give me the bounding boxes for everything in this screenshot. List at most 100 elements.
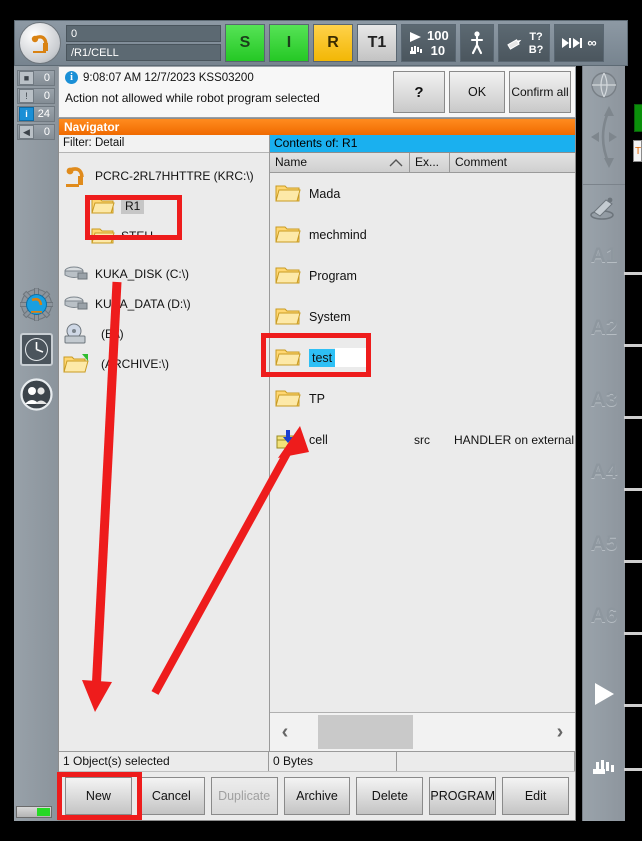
- list-item-name: System: [309, 309, 351, 324]
- info-message-count: 24: [37, 108, 50, 120]
- message-body: Action not allowed while robot program s…: [65, 91, 320, 105]
- message-ok-button[interactable]: OK: [449, 71, 505, 113]
- program-number-field[interactable]: 0: [66, 25, 221, 42]
- highlight-box-New: [57, 772, 142, 820]
- program-fields: 0 /R1/CELL: [66, 25, 221, 61]
- scroll-right-button[interactable]: ›: [545, 721, 575, 744]
- list-item-TP[interactable]: TP: [270, 378, 575, 419]
- robot-interpreter-indicator[interactable]: R: [313, 24, 353, 62]
- button-Cancel[interactable]: Cancel: [137, 777, 205, 815]
- cddrive-icon: [64, 323, 86, 344]
- highlight-box-test: [261, 333, 371, 377]
- button-Archive[interactable]: Archive: [283, 777, 351, 815]
- override-indicator[interactable]: 100 10: [401, 24, 456, 62]
- tool-jog-button[interactable]: [588, 194, 618, 222]
- message-counter-info[interactable]: i 24: [17, 106, 55, 122]
- message-counter-wait[interactable]: ◀ 0: [17, 124, 55, 140]
- info-message-icon: i: [19, 107, 34, 121]
- column-header-comment[interactable]: Comment: [450, 153, 575, 172]
- world-coordinate-button[interactable]: [590, 71, 618, 99]
- jog-direction-indicator: [587, 102, 621, 172]
- message-counter-ack[interactable]: ■ 0: [17, 70, 55, 86]
- button-Duplicate: Duplicate: [210, 777, 278, 815]
- horizontal-scrollbar[interactable]: ‹ ›: [270, 712, 575, 751]
- list-item-name: cell: [309, 432, 328, 447]
- list-item-cell[interactable]: cell src HANDLER on external .: [270, 419, 575, 460]
- kuka-logo-button[interactable]: [19, 22, 61, 64]
- button-Edit[interactable]: Edit: [502, 777, 570, 815]
- tree-item-label: KUKA_DATA (D:\): [95, 297, 191, 311]
- ack-message-icon: ■: [19, 71, 34, 85]
- tree-item-label: KUKA_DISK (C:\): [95, 267, 190, 281]
- hand-icon: [593, 760, 614, 774]
- axis-tick-hand: [624, 768, 642, 771]
- contents-title: Contents of: R1: [270, 135, 575, 153]
- tree-item-e-drive[interactable]: (E:\): [59, 319, 269, 349]
- message-timestamp: 9:08:07 AM 12/7/2023 KSS03200: [83, 71, 254, 84]
- list-item-name: mechmind: [309, 227, 367, 242]
- axis-label-A2: A2: [590, 316, 618, 339]
- drives-indicator[interactable]: I: [269, 24, 309, 62]
- gear-robot-icon: [20, 288, 53, 321]
- byte-size-label: 0 Bytes: [269, 752, 397, 771]
- column-header-row: Name Ex... Comment: [270, 153, 575, 173]
- teach-pendant-screen: 0 /R1/CELL S I R T1 100 10 T? B? ∞ ■ 0 !…: [0, 0, 642, 841]
- column-header-ext[interactable]: Ex...: [410, 153, 450, 172]
- list-item-System[interactable]: System: [270, 296, 575, 337]
- increment-button[interactable]: ∞: [554, 24, 604, 62]
- axis-label-A3: A3: [590, 388, 618, 411]
- folder-icon: [275, 308, 301, 324]
- jog-mode-button[interactable]: [459, 24, 494, 62]
- scrollbar-thumb[interactable]: [318, 715, 413, 749]
- tree-item-kuka-disk[interactable]: KUKA_DISK (C:\): [59, 259, 269, 289]
- jog-hand-button[interactable]: [589, 756, 619, 780]
- list-item-comment: HANDLER on external .: [454, 432, 575, 447]
- file-list: Mada mechmind Program System test TP cel…: [270, 173, 575, 712]
- operating-mode-indicator[interactable]: T1: [357, 24, 397, 62]
- folder-icon: [275, 267, 301, 283]
- tree-item-archive[interactable]: (ARCHIVE:\): [59, 349, 269, 379]
- archive-folder-icon: [63, 354, 89, 373]
- list-item-Program[interactable]: Program: [270, 255, 575, 296]
- battery-fill: [37, 808, 50, 816]
- message-counter-warning[interactable]: ! 0: [17, 88, 55, 104]
- globe-icon: [591, 72, 617, 98]
- axis-tick-A4: [624, 488, 642, 491]
- module-icon: [276, 429, 294, 448]
- clock-button[interactable]: [20, 333, 53, 366]
- robot-arm-icon: [31, 35, 48, 53]
- scrollbar-track[interactable]: [300, 714, 545, 750]
- filter-bar[interactable]: Filter: Detail: [59, 135, 269, 153]
- axis-tick-A1: [624, 272, 642, 275]
- sort-ascending-icon: [389, 158, 403, 166]
- user-group-button[interactable]: [20, 378, 53, 411]
- tree-item-root[interactable]: PCRC-2RL7HHTTRE (KRC:\): [59, 161, 269, 191]
- clock-icon: [20, 333, 53, 366]
- program-path-field[interactable]: /R1/CELL: [66, 44, 221, 61]
- robot-settings-button[interactable]: [20, 288, 53, 321]
- message-banner: i 9:08:07 AM 12/7/2023 KSS03200 Action n…: [58, 66, 576, 118]
- list-item-Mada[interactable]: Mada: [270, 173, 575, 214]
- edge-status-indicator: [634, 104, 642, 132]
- button-Delete[interactable]: Delete: [356, 777, 424, 815]
- robot-icon: [66, 167, 84, 187]
- edge-tab-button[interactable]: T: [633, 140, 642, 162]
- button-PROGRAM[interactable]: PROGRAM: [429, 777, 497, 815]
- scroll-left-button[interactable]: ‹: [270, 721, 300, 744]
- navigator-status-row: 1 Object(s) selected 0 Bytes: [59, 751, 575, 771]
- submit-interpreter-indicator[interactable]: S: [225, 24, 265, 62]
- tool-base-button[interactable]: T? B?: [497, 24, 551, 62]
- message-confirm-all-button[interactable]: Confirm all: [509, 71, 571, 113]
- message-help-button[interactable]: ?: [393, 71, 445, 113]
- axis-label-A5: A5: [590, 532, 618, 555]
- axis-label-A6: A6: [590, 604, 618, 627]
- column-header-name[interactable]: Name: [270, 153, 410, 172]
- tool-jog-icon: [590, 197, 614, 220]
- wait-message-count: 0: [43, 126, 50, 138]
- play-button[interactable]: [592, 681, 616, 707]
- axis-label-A4: A4: [590, 460, 618, 483]
- list-item-mechmind[interactable]: mechmind: [270, 214, 575, 255]
- list-item-name: TP: [309, 391, 325, 406]
- jog-override-value: 10: [430, 42, 446, 58]
- tree-item-kuka-data[interactable]: KUKA_DATA (D:\): [59, 289, 269, 319]
